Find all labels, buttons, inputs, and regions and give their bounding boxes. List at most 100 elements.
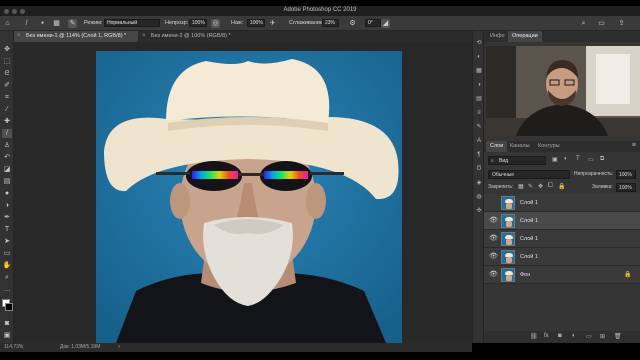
visibility-eye-icon[interactable]: 👁 <box>489 235 498 243</box>
trash-icon[interactable]: 🗑 <box>614 333 622 340</box>
close-tab-icon[interactable]: × <box>142 31 146 42</box>
healing-brush-tool-icon[interactable]: ✚ <box>2 117 12 126</box>
share-icon[interactable]: ⇪ <box>617 19 626 28</box>
character-icon[interactable]: A <box>475 137 483 145</box>
history-icon[interactable]: ⟲ <box>475 39 483 47</box>
layer-name[interactable]: Слой 1 <box>520 194 538 212</box>
visibility-hidden-icon[interactable] <box>489 199 497 207</box>
marquee-tool-icon[interactable]: ⬚ <box>2 57 12 66</box>
filter-adjustment-icon[interactable]: ◐ <box>564 156 568 162</box>
layer-row[interactable]: 👁 Слой 1 <box>484 230 640 248</box>
visibility-eye-icon[interactable]: 👁 <box>489 253 498 261</box>
tab-info[interactable]: Инфо <box>486 31 509 42</box>
history-brush-tool-icon[interactable]: ↶ <box>2 153 12 162</box>
layer-row-background[interactable]: 👁 Фон 🔒 <box>484 266 640 284</box>
eraser-tool-icon[interactable]: ◪ <box>2 165 12 174</box>
airbrush-icon[interactable]: ✈ <box>268 19 277 28</box>
tab-actions[interactable]: Операции <box>508 31 542 42</box>
smoothing-settings-icon[interactable]: ⚙ <box>348 19 357 28</box>
adjustments-icon[interactable]: ◑ <box>475 81 483 89</box>
more-tools-icon[interactable]: … <box>2 285 12 294</box>
brush-tool-preset-icon[interactable]: / <box>22 19 31 28</box>
layer-name[interactable]: Слой 1 <box>520 248 538 266</box>
layer-style-icon[interactable]: fx <box>544 333 549 339</box>
layer-mask-icon[interactable]: ◙ <box>558 333 562 339</box>
gradient-tool-icon[interactable]: ▤ <box>2 177 12 186</box>
opacity-pressure-icon[interactable]: ◎ <box>211 19 220 28</box>
link-layers-icon[interactable]: ⛓ <box>530 333 538 340</box>
search-icon[interactable]: ⌕ <box>579 19 588 28</box>
brush-size-icon[interactable]: ● <box>38 19 47 28</box>
tab-layers[interactable]: Слои <box>486 141 508 152</box>
pen-tool-icon[interactable]: ✒ <box>2 213 12 222</box>
move-tool-icon[interactable]: ✥ <box>2 45 12 54</box>
layer-name[interactable]: Фон <box>520 266 530 284</box>
lock-artboard-icon[interactable]: ⧠ <box>548 183 553 190</box>
layer-name[interactable]: Слой 1 <box>520 212 538 230</box>
tab-channels[interactable]: Каналы <box>506 141 534 152</box>
opacity-field[interactable]: 100% <box>189 19 207 27</box>
blend-mode-select[interactable]: Обычные <box>488 170 570 179</box>
adjustment-layer-icon[interactable]: ◐ <box>572 333 576 339</box>
background-color-swatch[interactable] <box>5 303 13 311</box>
layer-fill-field[interactable]: 100% <box>616 183 636 192</box>
pressure-field[interactable]: 100% <box>247 19 265 27</box>
lock-transparency-icon[interactable]: ▦ <box>518 183 524 190</box>
lock-all-icon[interactable]: 🔒 <box>558 183 565 190</box>
hand-tool-icon[interactable]: ✋ <box>2 261 12 270</box>
status-menu-icon[interactable]: › <box>118 343 120 352</box>
layer-opacity-field[interactable]: 100% <box>616 170 636 179</box>
document-info[interactable]: Док: 1,03M/5,19M <box>60 343 100 352</box>
mode-select[interactable]: Нормальный <box>104 19 160 27</box>
eyedropper-tool-icon[interactable]: ⁄ <box>2 105 12 114</box>
brush-settings-panel-icon[interactable]: ✎ <box>475 123 483 131</box>
new-layer-icon[interactable]: ⊞ <box>600 333 605 340</box>
screen-mode-icon[interactable]: ▣ <box>2 331 12 340</box>
filter-pixel-icon[interactable]: ▣ <box>552 156 558 163</box>
paragraph-icon[interactable]: ¶ <box>475 151 483 159</box>
zoom-level[interactable]: 114,73% <box>4 343 23 352</box>
visibility-eye-icon[interactable]: 👁 <box>489 271 498 279</box>
rectangle-tool-icon[interactable]: ▭ <box>2 249 12 258</box>
angle-field[interactable]: 0° <box>365 19 381 27</box>
blur-tool-icon[interactable]: ● <box>2 189 12 198</box>
home-icon[interactable]: ⌂ <box>3 19 12 28</box>
filter-type-icon[interactable]: T <box>576 156 580 162</box>
glyphs-icon[interactable]: Ʊ <box>475 165 483 173</box>
lock-pixels-icon[interactable]: ✎ <box>528 183 533 190</box>
filter-smart-object-icon[interactable]: ⧉ <box>600 156 604 163</box>
libraries-icon[interactable]: ▤ <box>475 95 483 103</box>
tab-paths[interactable]: Контуры <box>534 141 564 152</box>
channels-icon[interactable]: ◍ <box>475 193 483 201</box>
layers-panel-icon[interactable]: ◈ <box>475 179 483 187</box>
layer-row[interactable]: Слой 1 <box>484 194 640 212</box>
document-canvas[interactable] <box>96 51 402 343</box>
layer-filter-select[interactable]: ⌕ Вид <box>488 156 546 165</box>
close-tab-icon[interactable]: × <box>17 31 21 42</box>
lasso-tool-icon[interactable]: ᘓ <box>2 69 12 78</box>
layer-row[interactable]: 👁 Слой 1 <box>484 248 640 266</box>
color-icon[interactable]: ◐ <box>475 53 483 61</box>
layer-row-selected[interactable]: 👁 Слой 1 <box>484 212 640 230</box>
clone-stamp-tool-icon[interactable]: ♙ <box>2 141 12 150</box>
angle-icon[interactable]: ◢ <box>381 19 390 28</box>
zoom-tool-icon[interactable]: ⌕ <box>2 273 12 282</box>
type-tool-icon[interactable]: T <box>2 225 12 234</box>
swatches-icon[interactable]: ▦ <box>475 67 483 75</box>
brush-settings-icon[interactable]: ▦ <box>52 19 61 28</box>
crop-tool-icon[interactable]: ⌗ <box>2 93 12 102</box>
lock-position-icon[interactable]: ✥ <box>538 183 543 190</box>
new-group-icon[interactable]: ▭ <box>586 333 592 340</box>
panel-menu-icon[interactable]: ≡ <box>632 142 636 149</box>
document-tab-2[interactable]: × Без имени-2 @ 100% (RGB/8) * <box>139 31 249 42</box>
visibility-eye-icon[interactable]: 👁 <box>489 217 498 225</box>
layer-name[interactable]: Слой 1 <box>520 230 538 248</box>
properties-icon[interactable]: ≡ <box>475 109 483 117</box>
workspace-icon[interactable]: ▭ <box>597 19 606 28</box>
path-selection-tool-icon[interactable]: ➤ <box>2 237 12 246</box>
smoothing-field[interactable]: 23% <box>322 19 339 27</box>
document-tab-1[interactable]: × Без имени-1 @ 114% (Слой 1, RGB/8) * <box>14 31 138 42</box>
filter-shape-icon[interactable]: ▭ <box>588 156 594 163</box>
brush-tool-icon[interactable]: / <box>2 129 12 138</box>
quick-mask-icon[interactable]: ◙ <box>2 319 12 328</box>
